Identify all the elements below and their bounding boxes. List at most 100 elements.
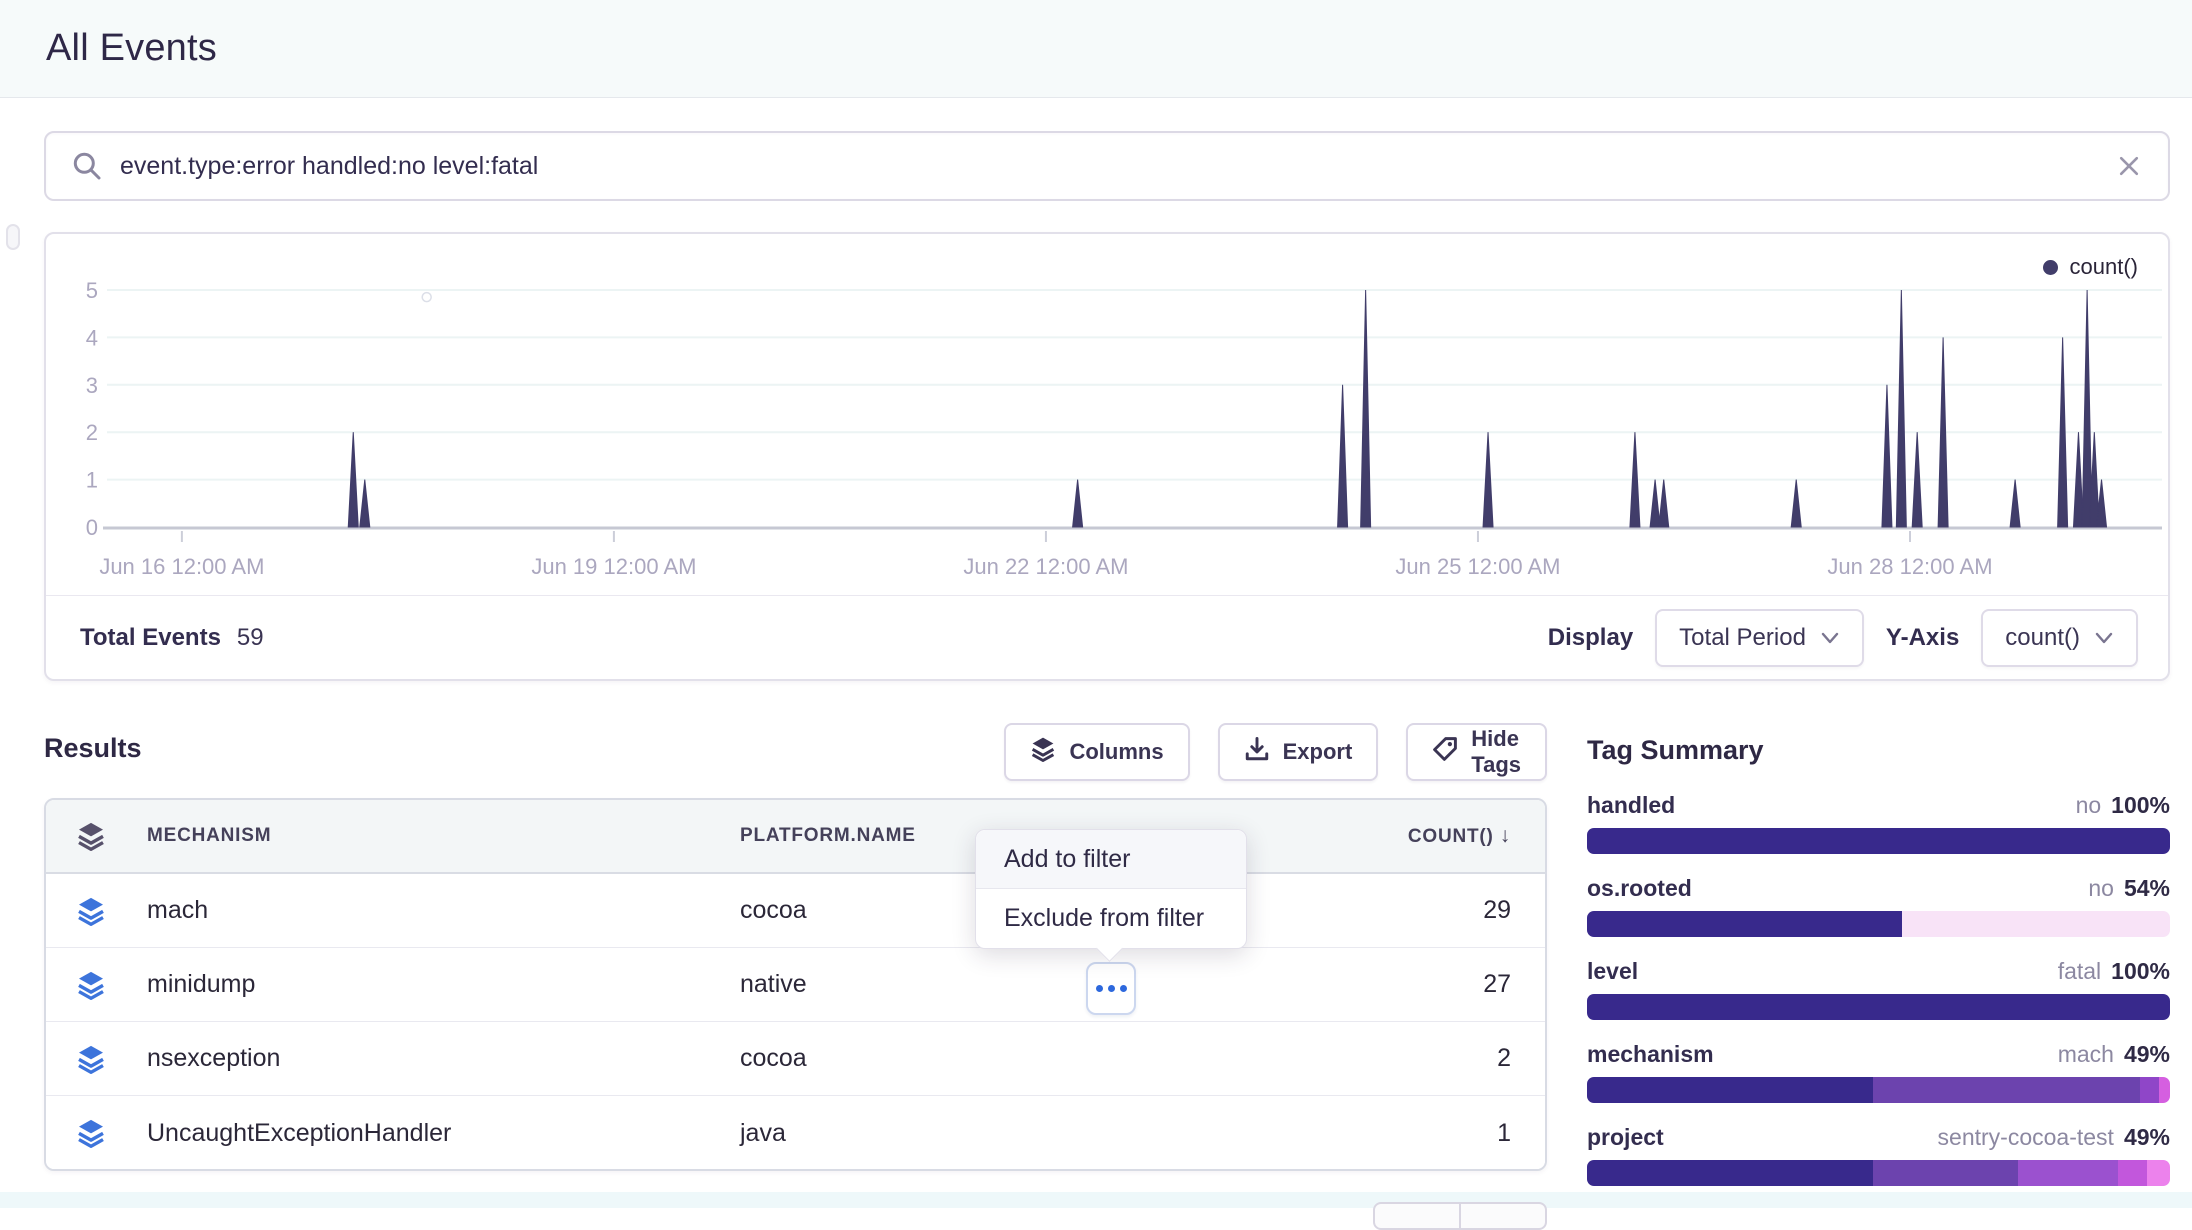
tag-entry: handled no100%	[1587, 792, 2170, 854]
chevron-down-icon	[2094, 631, 2114, 645]
tag-name: level	[1587, 958, 1638, 985]
chart-legend[interactable]: count()	[2043, 254, 2138, 280]
tag-top-value: no	[2088, 875, 2114, 901]
tag-segment[interactable]	[1587, 828, 2170, 854]
column-header-mechanism[interactable]: MECHANISM	[136, 825, 740, 847]
cell-platform[interactable]: cocoa	[740, 1044, 1260, 1073]
legend-series-label: count()	[2070, 254, 2138, 280]
tag-distribution-bar[interactable]	[1587, 1077, 2170, 1103]
tag-segment[interactable]	[1873, 1077, 2140, 1103]
display-select-value: Total Period	[1679, 624, 1806, 652]
tag-segment[interactable]	[1587, 911, 1902, 937]
clear-search-icon[interactable]	[2116, 153, 2142, 179]
cell-count: 29	[1260, 896, 1545, 925]
search-input[interactable]	[120, 152, 2116, 181]
chevron-down-icon	[1820, 631, 1840, 645]
cell-platform[interactable]: java	[740, 1119, 1260, 1148]
table-header-row: MECHANISM PLATFORM.NAME COUNT()↓	[46, 800, 1545, 874]
table-row[interactable]: mach cocoa 29	[46, 874, 1545, 948]
tag-name: mechanism	[1587, 1041, 1714, 1068]
columns-button[interactable]: Columns	[1004, 723, 1189, 781]
svg-text:Jun 16 12:00 AM: Jun 16 12:00 AM	[99, 554, 264, 579]
tag-summary: Tag Summary handled no100% os.rooted no5…	[1587, 735, 2170, 1207]
page-header: All Events	[0, 0, 2192, 98]
tag-distribution-bar[interactable]	[1587, 911, 2170, 937]
yaxis-label: Y-Axis	[1886, 624, 1959, 652]
tag-segment[interactable]	[2018, 1160, 2117, 1186]
tag-segment[interactable]	[1873, 1160, 2019, 1186]
results-heading: Results	[44, 733, 142, 764]
tag-top-value: mach	[2058, 1041, 2114, 1067]
cell-mechanism[interactable]: nsexception	[136, 1044, 740, 1073]
cell-context-menu: Add to filter Exclude from filter	[975, 829, 1247, 949]
tag-summary-heading: Tag Summary	[1587, 735, 2170, 766]
yaxis-select-value: count()	[2005, 624, 2080, 652]
tag-segment[interactable]	[2118, 1160, 2147, 1186]
svg-text:3: 3	[86, 373, 98, 398]
events-chart-panel: count() 012345Jun 16 12:00 AMJun 19 12:0…	[44, 232, 2170, 681]
display-select[interactable]: Total Period	[1655, 609, 1864, 667]
svg-text:Jun 19 12:00 AM: Jun 19 12:00 AM	[531, 554, 696, 579]
legend-series-dot	[2043, 260, 2058, 275]
search-bar	[44, 131, 2170, 201]
tag-name: project	[1587, 1124, 1664, 1151]
results-actions: ColumnsExportHide Tags	[1021, 723, 1547, 781]
tag-top-value: fatal	[2058, 958, 2101, 984]
svg-text:1: 1	[86, 468, 98, 493]
hide-tags-button[interactable]: Hide Tags	[1406, 723, 1547, 781]
tag-name: os.rooted	[1587, 875, 1692, 902]
page-bottom-background	[0, 1192, 2192, 1208]
context-menu-item-add-to-filter[interactable]: Add to filter	[976, 830, 1246, 889]
results-table: MECHANISM PLATFORM.NAME COUNT()↓ mach co…	[44, 798, 1547, 1171]
export-icon	[1244, 736, 1270, 768]
tag-distribution-bar[interactable]	[1587, 828, 2170, 854]
tag-distribution-bar[interactable]	[1587, 1160, 2170, 1186]
tag-segment[interactable]	[2140, 1077, 2160, 1103]
tag-segment[interactable]	[1587, 1077, 1873, 1103]
svg-text:Jun 22 12:00 AM: Jun 22 12:00 AM	[963, 554, 1128, 579]
svg-text:Jun 25 12:00 AM: Jun 25 12:00 AM	[1395, 554, 1560, 579]
previous-page-button[interactable]	[1373, 1202, 1460, 1230]
table-body: mach cocoa 29 minidump native 27	[46, 874, 1545, 1170]
cell-count: 27	[1260, 970, 1545, 999]
tag-segment[interactable]	[2159, 1077, 2169, 1103]
table-row[interactable]: nsexception cocoa 2	[46, 1022, 1545, 1096]
page-title: All Events	[46, 27, 217, 70]
cell-mechanism[interactable]: UncaughtExceptionHandler	[136, 1119, 740, 1148]
tag-entry: project sentry-cocoa-test49%	[1587, 1124, 2170, 1186]
svg-text:0: 0	[86, 515, 98, 540]
tag-entry: level fatal 100%	[1587, 958, 2170, 1020]
tag-segment[interactable]	[1587, 1160, 1873, 1186]
tag-top-percent: 49%	[2124, 1041, 2170, 1067]
tag-distribution-bar[interactable]	[1587, 994, 2170, 1020]
chart-footer: Total Events 59 Display Total Period Y-A…	[46, 595, 2168, 679]
events-time-series-chart[interactable]: 012345Jun 16 12:00 AMJun 19 12:00 AMJun …	[46, 234, 2168, 595]
next-page-button[interactable]	[1460, 1202, 1547, 1230]
svg-text:2: 2	[86, 420, 98, 445]
sort-descending-icon: ↓	[1500, 824, 1511, 847]
svg-text:5: 5	[86, 278, 98, 303]
stack-icon	[46, 821, 136, 851]
cell-mechanism[interactable]: minidump	[136, 970, 740, 999]
tag-entry: mechanism mach 49%	[1587, 1041, 2170, 1103]
tag-entry: os.rooted no54%	[1587, 875, 2170, 937]
stack-icon	[46, 1118, 136, 1148]
table-row[interactable]: minidump native 27	[46, 948, 1545, 1022]
yaxis-select[interactable]: count()	[1981, 609, 2138, 667]
tag-segment[interactable]	[1902, 911, 2170, 937]
tag-segment[interactable]	[1587, 994, 2170, 1020]
tag-segment[interactable]	[2147, 1160, 2170, 1186]
table-row[interactable]: UncaughtExceptionHandler java 1	[46, 1096, 1545, 1170]
stack-icon	[1030, 736, 1056, 768]
cell-actions-button[interactable]	[1086, 962, 1136, 1015]
cell-mechanism[interactable]: mach	[136, 896, 740, 925]
stack-icon	[46, 970, 136, 1000]
total-events-label: Total Events	[80, 624, 221, 652]
stack-icon	[46, 896, 136, 926]
column-header-count[interactable]: COUNT()↓	[1260, 824, 1545, 848]
export-button[interactable]: Export	[1218, 723, 1379, 781]
search-icon	[72, 151, 102, 181]
panel-drag-handle[interactable]	[6, 224, 20, 250]
cell-platform[interactable]: native	[740, 970, 1260, 999]
tag-top-percent: 100%	[2111, 958, 2170, 984]
